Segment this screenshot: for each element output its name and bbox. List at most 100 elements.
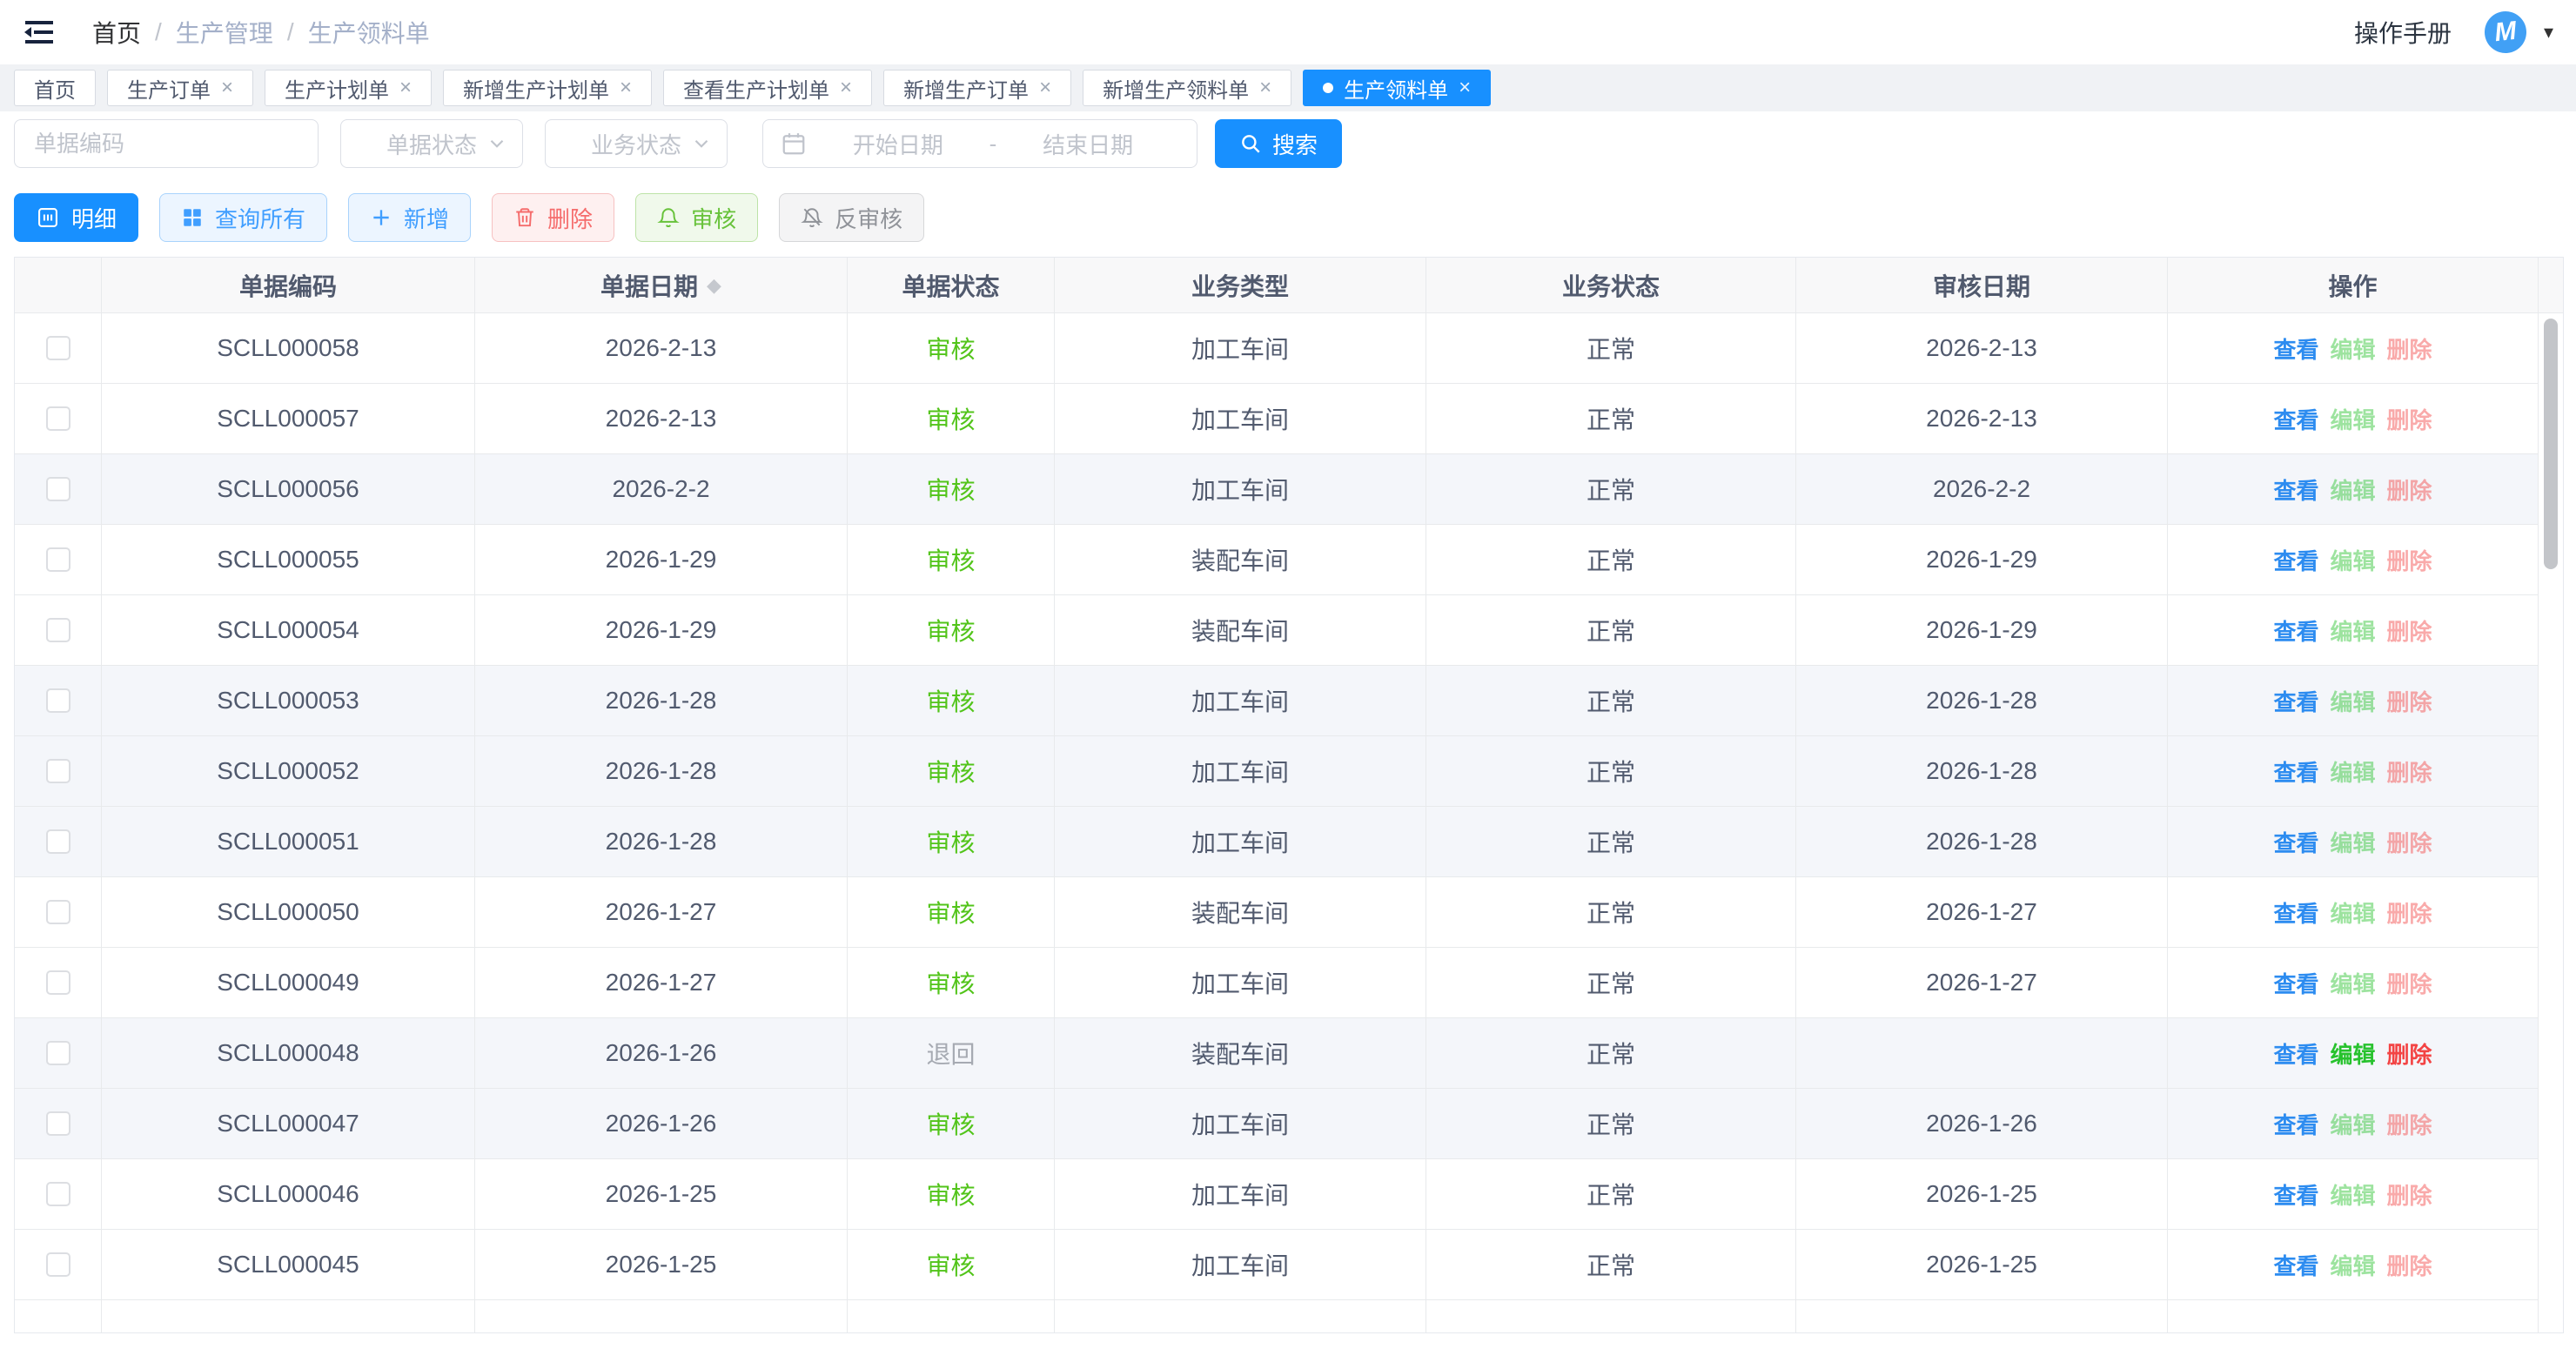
doc-status-cell: 审核 [848,1089,1055,1158]
tab-8[interactable]: 生产领料单× [1303,70,1491,106]
action-button-bell-off[interactable]: 反审核 [779,193,924,242]
breadcrumb-separator: / [287,18,294,46]
operations-cell: 查看编辑删除 [2168,1089,2539,1158]
doc-date-cell: 2026-1-27 [475,948,848,1017]
tab-label: 生产订单 [127,73,211,104]
view-link[interactable]: 查看 [2273,473,2318,506]
row-checkbox[interactable] [46,1111,70,1136]
row-checkbox[interactable] [46,1252,70,1277]
action-button-bell[interactable]: 审核 [635,193,758,242]
view-link[interactable]: 查看 [2273,1249,2318,1281]
view-link[interactable]: 查看 [2273,826,2318,858]
close-icon[interactable]: × [620,77,632,98]
row-checkbox[interactable] [46,1041,70,1065]
biz-type-cell-value: 加工车间 [1191,1177,1289,1211]
action-button-grid[interactable]: 查询所有 [159,193,327,242]
doc-status-placeholder: 单据状态 [386,128,477,160]
row-checkbox[interactable] [46,477,70,501]
bell-off-icon [801,206,823,229]
tab-6[interactable]: 新增生产订单× [883,70,1071,106]
breadcrumb-production-management[interactable]: 生产管理 [176,15,273,50]
doc-date-cell-value: 2026-1-29 [606,616,717,644]
row-checkbox[interactable] [46,547,70,572]
operations-cell: 查看编辑删除 [2168,877,2539,947]
biz-type-cell: 加工车间 [1055,1089,1426,1158]
biz-status-cell-value: 正常 [1587,965,1635,1000]
view-link[interactable]: 查看 [2273,755,2318,788]
column-header-biz_status: 业务状态 [1426,258,1796,312]
view-link[interactable]: 查看 [2273,685,2318,717]
row-checkbox[interactable] [46,829,70,854]
doc-status-cell: 审核 [848,948,1055,1017]
breadcrumb-home[interactable]: 首页 [92,15,141,50]
row-checkbox[interactable] [46,688,70,713]
manual-link[interactable]: 操作手册 [2354,15,2452,50]
view-link[interactable]: 查看 [2273,332,2318,365]
row-checkbox[interactable] [46,406,70,431]
view-link[interactable]: 查看 [2273,1178,2318,1211]
audit-date-cell-value: 2026-1-27 [1926,898,2037,926]
chevron-down-icon [690,132,713,161]
action-button-trash[interactable]: 删除 [492,193,614,242]
row-checkbox[interactable] [46,970,70,995]
search-button[interactable]: 搜索 [1215,119,1342,168]
row-checkbox[interactable] [46,618,70,642]
doc-code-cell-value: SCLL000049 [217,969,359,997]
tab-4[interactable]: 新增生产计划单× [443,70,652,106]
tab-2[interactable]: 生产订单 × [107,70,253,106]
biz-type-cell: 加工车间 [1055,736,1426,806]
row-checkbox[interactable] [46,759,70,783]
doc-status-cell-value: 审核 [926,1247,975,1282]
action-button-detail[interactable]: 明细 [14,193,138,242]
close-icon[interactable]: × [1459,77,1471,98]
doc-code-cell-value: SCLL000053 [217,687,359,715]
avatar[interactable]: M [2483,10,2529,56]
close-icon[interactable]: × [1259,77,1271,98]
tab-7[interactable]: 新增生产领料单× [1083,70,1291,106]
end-date-placeholder[interactable]: 结束日期 [996,128,1179,160]
close-icon[interactable]: × [1039,77,1051,98]
view-link[interactable]: 查看 [2273,896,2318,929]
checkbox-cell [15,313,102,383]
biz-type-cell-value: 加工车间 [1191,965,1289,1000]
tab-5[interactable]: 查看生产计划单× [663,70,872,106]
close-icon[interactable]: × [221,77,233,98]
doc-date-cell: 2026-1-27 [475,877,848,947]
action-button-plus[interactable]: 新增 [348,193,471,242]
view-link[interactable]: 查看 [2273,614,2318,647]
delete-link[interactable]: 删除 [2387,1037,2432,1070]
doc-code-cell: SCLL000058 [102,313,475,383]
vertical-scrollbar-thumb[interactable] [2544,319,2558,569]
breadcrumb-separator: / [155,18,162,46]
view-link[interactable]: 查看 [2273,1037,2318,1070]
view-link[interactable]: 查看 [2273,967,2318,999]
checkbox-cell [15,948,102,1017]
tab-1[interactable]: 首页 [14,70,96,106]
edit-link[interactable]: 编辑 [2330,1037,2375,1070]
biz-type-cell-value: 装配车间 [1191,542,1289,577]
table-row-SCLL000049: SCLL0000492026-1-27审核加工车间正常2026-1-27查看编辑… [15,948,2539,1018]
view-link[interactable]: 查看 [2273,403,2318,435]
row-checkbox[interactable] [46,336,70,360]
row-checkbox[interactable] [46,1182,70,1206]
menu-fold-icon[interactable] [23,17,56,47]
biz-status-cell-value: 正常 [1587,401,1635,436]
doc-status-cell-value: 审核 [926,472,975,507]
doc-status-select[interactable]: 单据状态 [340,119,523,168]
close-icon[interactable]: × [840,77,852,98]
biz-status-select[interactable]: 业务状态 [545,119,728,168]
biz-status-cell: 正常 [1426,1018,1796,1088]
view-link[interactable]: 查看 [2273,544,2318,576]
date-range-picker[interactable]: 开始日期 - 结束日期 [762,119,1197,168]
doc-code-input[interactable] [14,119,319,168]
sort-icon[interactable]: ◆ [707,274,721,297]
biz-type-cell: 加工车间 [1055,454,1426,524]
empty-cell [2168,1300,2539,1332]
caret-down-icon[interactable]: ▾ [2544,21,2553,44]
column-header-date[interactable]: 单据日期◆ [475,258,848,312]
tab-3[interactable]: 生产计划单× [265,70,432,106]
close-icon[interactable]: × [399,77,412,98]
start-date-placeholder[interactable]: 开始日期 [807,128,989,160]
view-link[interactable]: 查看 [2273,1108,2318,1140]
row-checkbox[interactable] [46,900,70,924]
